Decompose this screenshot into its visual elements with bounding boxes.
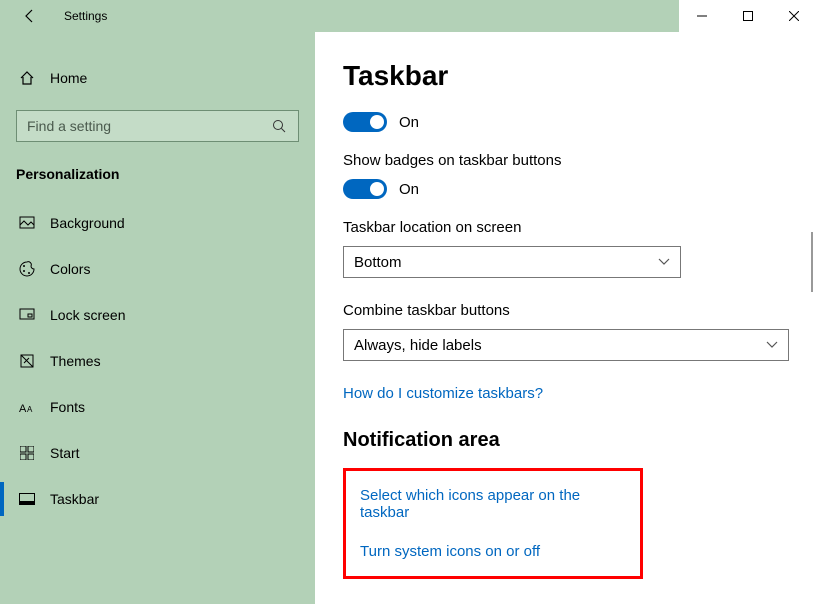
search-input[interactable] [27, 118, 272, 134]
sidebar-item-lockscreen[interactable]: Lock screen [0, 292, 315, 338]
nav-label: Fonts [50, 399, 85, 415]
minimize-button[interactable] [679, 0, 725, 32]
notification-heading: Notification area [343, 429, 789, 452]
background-icon [16, 215, 38, 231]
location-select[interactable]: Bottom [343, 246, 681, 278]
nav-label: Start [50, 445, 80, 461]
system-icons-link[interactable]: Turn system icons on or off [360, 543, 626, 560]
combine-select[interactable]: Always, hide labels [343, 329, 789, 361]
chevron-down-icon [658, 258, 670, 266]
app-title: Settings [64, 9, 107, 23]
sidebar-item-start[interactable]: Start [0, 430, 315, 476]
toggle-badges-state: On [399, 181, 419, 198]
nav-label: Taskbar [50, 491, 99, 507]
start-icon [16, 446, 38, 460]
sidebar-item-fonts[interactable]: AA Fonts [0, 384, 315, 430]
themes-icon [16, 353, 38, 369]
sidebar-item-colors[interactable]: Colors [0, 246, 315, 292]
sidebar-item-taskbar[interactable]: Taskbar [0, 476, 315, 522]
nav-label: Lock screen [50, 307, 125, 323]
taskbar-icon [16, 493, 38, 505]
maximize-button[interactable] [725, 0, 771, 32]
select-icons-link[interactable]: Select which icons appear on the taskbar [360, 487, 626, 521]
home-label: Home [50, 70, 87, 86]
page-title: Taskbar [343, 60, 789, 92]
combine-label: Combine taskbar buttons [343, 302, 789, 319]
toggle-badges[interactable] [343, 179, 387, 199]
svg-text:A: A [27, 405, 33, 414]
section-title: Personalization [16, 166, 315, 182]
highlight-box: Select which icons appear on the taskbar… [343, 468, 643, 579]
toggle-1-state: On [399, 114, 419, 131]
scrollbar[interactable] [811, 232, 813, 292]
sidebar: Home Personalization Background Colors [0, 32, 315, 604]
sidebar-item-background[interactable]: Background [0, 200, 315, 246]
chevron-down-icon [766, 341, 778, 349]
location-label: Taskbar location on screen [343, 219, 789, 236]
toggle-1[interactable] [343, 112, 387, 132]
badges-label: Show badges on taskbar buttons [343, 152, 789, 169]
home-icon [16, 70, 38, 86]
main-panel: Taskbar On Show badges on taskbar button… [315, 32, 817, 604]
nav-label: Colors [50, 261, 90, 277]
nav-label: Themes [50, 353, 101, 369]
help-link[interactable]: How do I customize taskbars? [343, 385, 543, 402]
search-icon [272, 119, 288, 133]
colors-icon [16, 261, 38, 277]
location-value: Bottom [354, 254, 402, 271]
combine-value: Always, hide labels [354, 337, 482, 354]
home-nav[interactable]: Home [0, 60, 315, 96]
lockscreen-icon [16, 307, 38, 323]
nav-label: Background [50, 215, 125, 231]
svg-text:A: A [19, 403, 27, 414]
search-box[interactable] [16, 110, 299, 142]
back-button[interactable] [18, 4, 42, 28]
sidebar-item-themes[interactable]: Themes [0, 338, 315, 384]
close-button[interactable] [771, 0, 817, 32]
fonts-icon: AA [16, 400, 38, 414]
